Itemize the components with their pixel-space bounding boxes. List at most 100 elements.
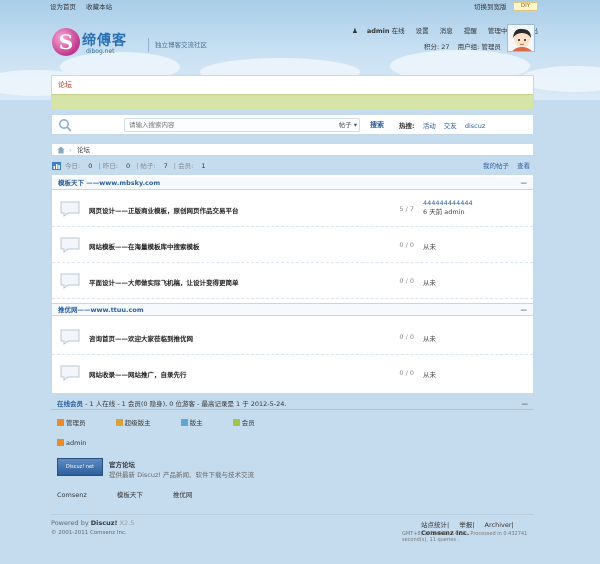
online-username[interactable]: admin	[66, 439, 86, 447]
discuz-logo[interactable]: Discuz! net	[57, 458, 103, 476]
stat-members: 1	[201, 162, 206, 170]
forum-icon	[60, 365, 80, 381]
search-button[interactable]: 搜索	[370, 120, 384, 130]
forum-row[interactable]: 网页设计——正版商业模板，原创网页作品交易平台 5 / 7 4444444444…	[52, 191, 533, 227]
search-scope-select[interactable]: 帖子 ▾	[339, 119, 357, 131]
forum-row[interactable]: 平面设计——大师做实际飞机稿，让设计变得更简单 0 / 0 从未	[52, 263, 533, 299]
forum-stats: 今日: 0| 昨日: 0| 帖子: 7| 会员: 1 我的帖子 查看新帖	[51, 160, 534, 182]
breadcrumb-current[interactable]: 论坛	[77, 144, 90, 156]
last-post-meta: 6 天前 admin	[423, 208, 465, 216]
forum-count: 5 / 7	[399, 205, 414, 213]
diy-button[interactable]: DIY	[513, 2, 538, 11]
forum-name[interactable]: 网页设计——正版商业模板，原创网页作品交易平台	[89, 205, 239, 215]
moderator-icon	[180, 419, 188, 426]
logo-icon: S	[52, 28, 80, 56]
search-input[interactable]	[125, 119, 325, 131]
switch-style-link[interactable]: 切换到宽版	[474, 3, 507, 11]
messages-link[interactable]: 消息	[440, 27, 453, 35]
site-logo[interactable]: S 缔傅客 dibog.net	[52, 28, 144, 62]
forum-name[interactable]: 网站模板——在海量模板库中搜索模板	[89, 241, 200, 251]
diy-label: DIY	[520, 3, 531, 9]
site-slogan: 独立博客交流社区	[148, 38, 207, 52]
nav-tab-forum[interactable]: 论坛	[58, 80, 72, 90]
friend-link[interactable]: Comsenz	[57, 491, 87, 499]
collapse-icon[interactable]: —	[522, 398, 529, 410]
forum-last-post: 从未	[423, 243, 436, 251]
bookmark-link[interactable]: 收藏本站	[86, 3, 112, 11]
forum-name[interactable]: 平面设计——大师做实际飞机稿，让设计变得更简单	[89, 277, 239, 287]
report-link[interactable]: 举报	[459, 521, 472, 529]
hot-search-item[interactable]: 交友	[444, 122, 457, 130]
forum-last-post: 444444444444 6 天前 admin	[423, 199, 473, 217]
forum-list: 模板天下 ——www.mbsky.com — 网页设计——正版商业模板，原创网页…	[51, 174, 534, 394]
search-icon	[59, 119, 72, 132]
friend-link[interactable]: 模板天下	[117, 491, 143, 499]
forum-icon	[60, 237, 80, 253]
hot-search-item[interactable]: 活动	[423, 122, 436, 130]
online-user[interactable]: admin	[57, 438, 86, 448]
forum-count: 0 / 0	[399, 369, 414, 377]
my-posts-link[interactable]: 我的帖子	[483, 162, 509, 170]
breadcrumb: › 论坛	[51, 143, 534, 156]
hot-search-item[interactable]: discuz	[465, 122, 485, 130]
collapse-icon[interactable]: —	[521, 304, 528, 316]
official-forum: Discuz! net 官方论坛 提供最新 Discuz! 产品新闻、软件下载与…	[57, 458, 357, 480]
category-title[interactable]: 模板天下 ——www.mbsky.com	[58, 177, 160, 189]
forum-row[interactable]: 网站收录——网站推广，自录先行 0 / 0 从未	[52, 355, 533, 391]
forum-name[interactable]: 咨询首页——欢迎大家莅临到推优网	[89, 333, 193, 343]
stat-posts: 7	[163, 162, 168, 170]
powered-by: Powered by Discuz! X2.5	[51, 519, 135, 527]
forum-icon	[60, 329, 80, 345]
points-link[interactable]: 积分: 27	[424, 43, 450, 51]
online-members: 在线会员 - 1 人在线 - 1 会员(0 隐身), 0 位游客 - 最高记录是…	[51, 398, 534, 508]
set-home-link[interactable]: 设为首页	[50, 3, 76, 11]
sub-nav-bar	[52, 94, 533, 109]
stat-yesterday: 0	[125, 162, 131, 170]
notices-link[interactable]: 提醒	[464, 27, 477, 35]
category-header: 推优网——www.ttuu.com —	[52, 303, 533, 316]
usergroup-link[interactable]: 用户组: 管理员	[458, 43, 501, 51]
online-header: 在线会员 - 1 人在线 - 1 会员(0 隐身), 0 位游客 - 最高记录是…	[51, 398, 534, 410]
archiver-link[interactable]: Archiver	[485, 521, 512, 529]
settings-link[interactable]: 设置	[416, 27, 429, 35]
top-bar: 设为首页 收藏本站 切换到宽版 DIY	[0, 0, 600, 14]
forum-last-post: 从未	[423, 335, 436, 343]
logo-name: 缔傅客	[82, 33, 127, 49]
processing-info: GMT+8, 2012-5-30 14:58 , Processed in 0.…	[402, 531, 528, 543]
category-header: 模板天下 ——www.mbsky.com —	[52, 177, 533, 190]
main-nav: 论坛	[51, 75, 534, 109]
home-icon[interactable]	[57, 146, 65, 154]
super-moderator-icon	[115, 419, 123, 426]
member-icon	[232, 419, 240, 426]
footer: Powered by Discuz! X2.5 © 2001-2011 Coms…	[51, 514, 534, 544]
stats-link[interactable]: 站点统计	[421, 521, 447, 529]
search-bar: 帖子 ▾ 搜索 热搜: 活动 交友 discuz	[51, 114, 534, 135]
forum-last-post: 从未	[423, 279, 436, 287]
forum-row[interactable]: 网站模板——在海量模板库中搜索模板 0 / 0 从未	[52, 227, 533, 263]
collapse-icon[interactable]: —	[521, 177, 528, 189]
discuz-link[interactable]: Discuz!	[91, 519, 118, 527]
breadcrumb-separator: ›	[69, 146, 72, 154]
logo-domain: dibog.net	[86, 48, 115, 55]
online-title[interactable]: 在线会员	[57, 400, 83, 408]
forum-count: 0 / 0	[399, 277, 414, 285]
category-title[interactable]: 推优网——www.ttuu.com	[58, 304, 144, 316]
search-field: 帖子 ▾	[124, 118, 360, 132]
forum-icon	[60, 201, 80, 217]
friend-link[interactable]: 推优网	[173, 491, 193, 499]
official-forum-desc: 提供最新 Discuz! 产品新闻、软件下载与技术交流	[109, 471, 255, 479]
hot-search-label: 热搜:	[399, 122, 415, 130]
forum-count: 0 / 0	[399, 333, 414, 341]
usergroup-legend: 管理员 超级版主 版主 会员	[57, 418, 283, 428]
avatar[interactable]	[507, 24, 535, 52]
hot-search: 热搜: 活动 交友 discuz	[399, 120, 491, 130]
last-post-title[interactable]: 444444444444	[423, 199, 473, 208]
user-meta: 积分: 27 用户组: 管理员	[424, 42, 507, 52]
username-link[interactable]: admin	[367, 27, 390, 35]
official-forum-title[interactable]: 官方论坛	[109, 459, 135, 469]
friend-links: Comsenz 模板天下 推优网	[57, 490, 220, 500]
forum-icon	[60, 273, 80, 289]
user-status: 在线	[391, 27, 405, 35]
forum-name[interactable]: 网站收录——网站推广，自录先行	[89, 369, 187, 379]
forum-row[interactable]: 咨询首页——欢迎大家莅临到推优网 0 / 0 从未	[52, 319, 533, 355]
